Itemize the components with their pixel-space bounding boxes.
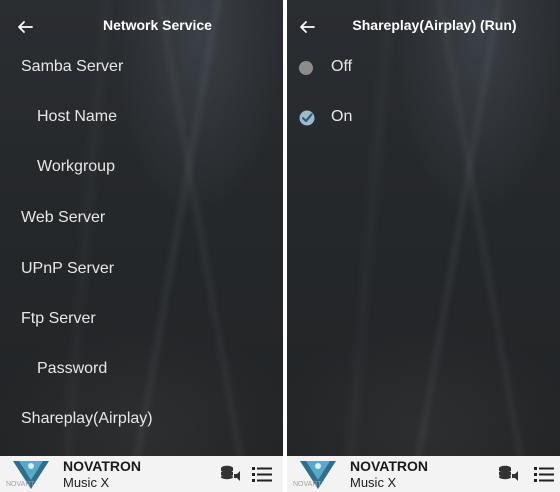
network-service-screen: Network Service Samba Server Host Name W… bbox=[0, 0, 283, 492]
screen-background: Network Service Samba Server Host Name W… bbox=[0, 0, 283, 456]
option-label: Off bbox=[331, 58, 353, 75]
check-circle-icon[interactable] bbox=[299, 110, 315, 126]
track-title: NOVATRON bbox=[350, 458, 429, 474]
menu-item-samba-server[interactable]: Samba Server bbox=[0, 46, 283, 92]
menu-item-workgroup[interactable]: Workgroup bbox=[0, 146, 283, 192]
database-speaker-icon[interactable] bbox=[219, 464, 241, 484]
menu-item-label: Web Server bbox=[21, 209, 106, 226]
menu-item-label: Password bbox=[37, 360, 108, 377]
option-off[interactable]: Off bbox=[287, 48, 560, 94]
option-label: On bbox=[331, 108, 353, 125]
menu-item-ftp-server[interactable]: Ftp Server bbox=[0, 298, 283, 344]
menu-item-label: UPnP Server bbox=[21, 260, 115, 277]
menu-item-label: Workgroup bbox=[37, 158, 115, 175]
page-title: Shareplay(Airplay) (Run) bbox=[352, 17, 517, 33]
screenshot-pair: Network Service Samba Server Host Name W… bbox=[0, 0, 560, 492]
database-speaker-icon[interactable] bbox=[497, 464, 519, 484]
menu-item-label: Ftp Server bbox=[21, 310, 96, 327]
list-menu-icon[interactable] bbox=[252, 465, 272, 483]
menu-item-label: Shareplay(Airplay) bbox=[21, 410, 153, 427]
album-art[interactable]: NOVART bbox=[292, 458, 344, 492]
page-title: Network Service bbox=[103, 17, 212, 33]
menu-item-label: Samba Server bbox=[21, 58, 124, 75]
track-title: NOVATRON bbox=[63, 458, 142, 474]
track-artist: Music X bbox=[63, 475, 110, 490]
option-on[interactable]: On bbox=[287, 98, 560, 144]
list-menu-icon[interactable] bbox=[534, 465, 554, 483]
menu-item-label: Host Name bbox=[37, 108, 118, 125]
svg-text:NOVART: NOVART bbox=[293, 481, 322, 488]
album-art[interactable]: NOVART bbox=[5, 458, 57, 492]
menu-item-web-server[interactable]: Web Server bbox=[0, 197, 283, 243]
menu-item-upnp-server[interactable]: UPnP Server bbox=[0, 248, 283, 294]
back-arrow-icon[interactable] bbox=[296, 16, 318, 38]
back-arrow-icon[interactable] bbox=[14, 16, 36, 38]
shareplay-screen: Shareplay(Airplay) (Run) Off On NOVART N… bbox=[287, 0, 560, 492]
now-playing-bar[interactable]: NOVART NOVATRON Music X bbox=[0, 456, 283, 492]
now-playing-bar[interactable]: NOVART NOVATRON Music X bbox=[287, 456, 560, 492]
menu-item-host-name[interactable]: Host Name bbox=[0, 96, 283, 142]
radio-off-icon[interactable] bbox=[299, 61, 313, 75]
track-artist: Music X bbox=[350, 475, 397, 490]
svg-text:NOVART: NOVART bbox=[6, 481, 35, 488]
menu-item-password[interactable]: Password bbox=[0, 348, 283, 394]
screen-background: Shareplay(Airplay) (Run) Off On bbox=[287, 0, 560, 456]
menu-item-shareplay[interactable]: Shareplay(Airplay) bbox=[0, 398, 283, 444]
